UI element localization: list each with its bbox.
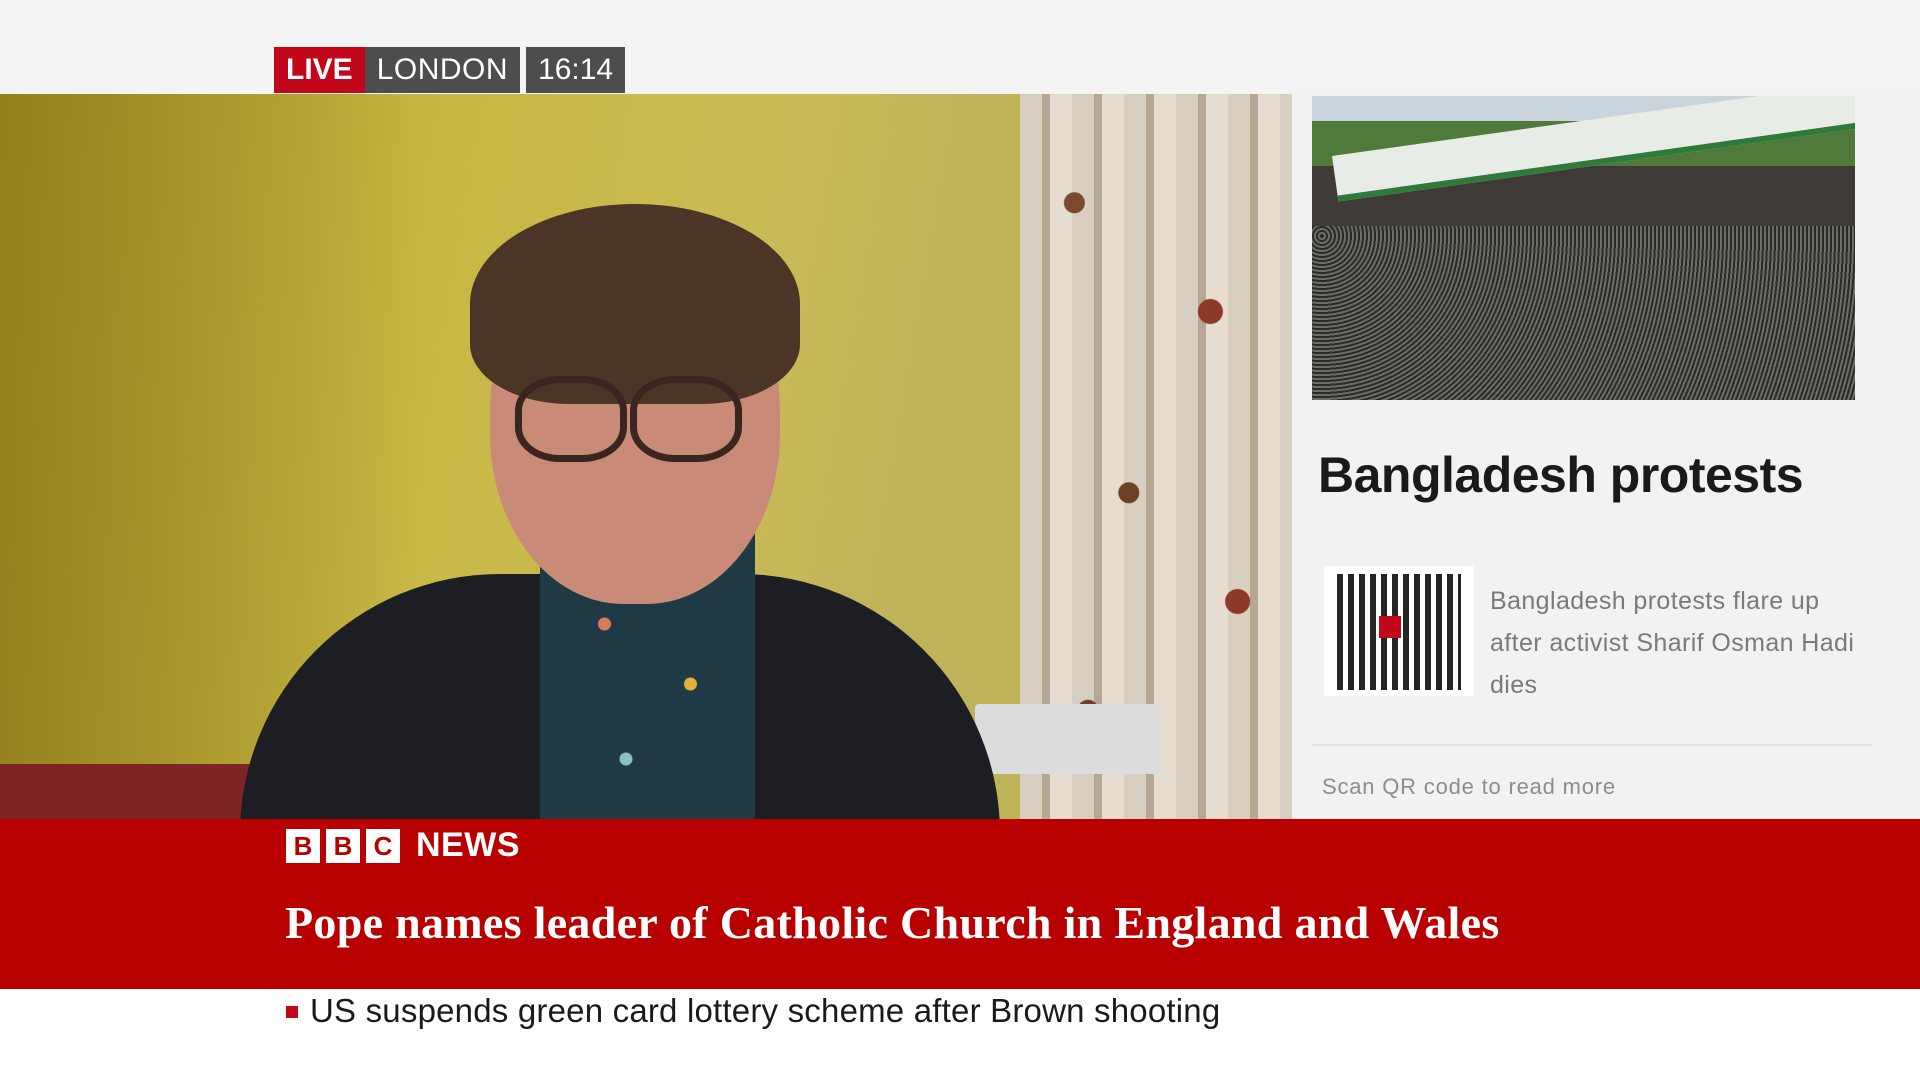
panel-divider [1312, 744, 1872, 746]
time-label: 16:14 [526, 47, 626, 93]
photo-crowd [1312, 226, 1855, 400]
video-frame [0, 94, 1292, 819]
background-device [975, 704, 1160, 774]
chair [0, 764, 260, 819]
logo-block-b1: B [286, 828, 320, 863]
logo-news: NEWS [416, 826, 520, 864]
live-bug: LIVE LONDON 16:14 [274, 47, 626, 93]
qr-logo [1379, 616, 1401, 638]
story-summary: Bangladesh protests flare up after activ… [1490, 587, 1855, 699]
headline-text: Pope names leader of Catholic Church in … [285, 897, 1500, 948]
story-title: Bangladesh protests [1318, 447, 1804, 503]
story-panel: Bangladesh protests Bangladesh protests … [1292, 94, 1920, 819]
story-photo [1312, 96, 1855, 400]
ticker-text: US suspends green card lottery scheme af… [310, 992, 1221, 1029]
photo-train [1332, 96, 1855, 202]
glasses-right-lens [630, 376, 742, 462]
logo-block-b2: B [326, 828, 360, 863]
location-label: LONDON [364, 47, 521, 93]
logo-block-c: C [366, 828, 400, 863]
live-label: LIVE [274, 47, 365, 93]
qr-code [1324, 566, 1474, 696]
glasses-left-lens [515, 376, 627, 462]
bbc-news-logo: B B C NEWS [286, 826, 520, 865]
speaker-hair [470, 204, 800, 404]
scan-note: Scan QR code to read more [1322, 774, 1616, 798]
ticker-bullet-icon [286, 1006, 298, 1018]
